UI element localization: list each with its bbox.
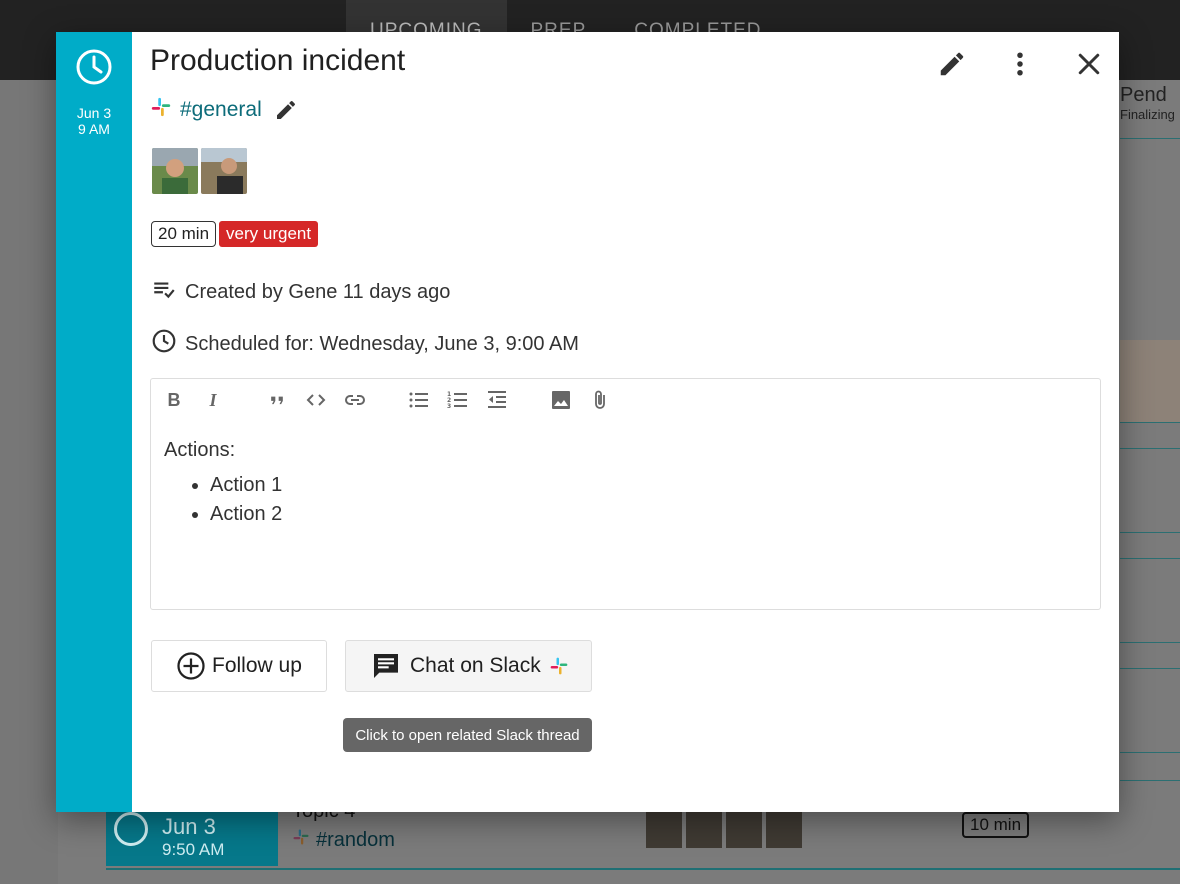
bullet-list-icon: [409, 392, 428, 408]
clock-icon: [151, 328, 177, 360]
svg-text:3: 3: [447, 403, 451, 410]
clock-icon: [114, 812, 148, 846]
pending-subtitle: Finalizing: [1120, 107, 1175, 122]
meeting-detail-dialog: Jun 3 9 AM Production incident #general: [56, 32, 1119, 812]
close-button[interactable]: [1069, 46, 1109, 86]
numbered-list-icon: 123: [447, 391, 467, 410]
outdent-button[interactable]: [484, 387, 510, 413]
pencil-icon: [276, 100, 295, 119]
bold-icon: B: [167, 389, 181, 410]
edit-channel-button[interactable]: [274, 98, 298, 122]
italic-button[interactable]: I: [200, 387, 226, 413]
more-vertical-icon: [1005, 49, 1035, 84]
slack-icon: [150, 96, 172, 123]
page-title: Production incident: [150, 44, 406, 77]
bold-button[interactable]: B: [161, 387, 187, 413]
avatar: [646, 812, 682, 848]
created-info: Created by Gene 11 days ago: [151, 276, 450, 308]
edit-button[interactable]: [932, 46, 972, 86]
editor-content[interactable]: Actions: Action 1 Action 2: [164, 439, 282, 532]
pending-card: [1120, 340, 1180, 422]
dialog-date-sidebar: Jun 3 9 AM: [56, 32, 132, 812]
notes-editor[interactable]: B I 123 Actions: • Action 1 • Action 2: [150, 378, 1101, 610]
list-item: Action 2: [210, 503, 282, 526]
channel-row: #general: [150, 96, 298, 123]
code-button[interactable]: [303, 387, 329, 413]
divider: [1120, 752, 1180, 753]
scheduled-text: Scheduled for: Wednesday, June 3, 9:00 A…: [185, 332, 579, 355]
divider: [1120, 780, 1180, 781]
image-button[interactable]: [548, 387, 574, 413]
slack-tooltip: Click to open related Slack thread: [343, 718, 592, 752]
chat-icon: [370, 650, 402, 682]
more-options-button[interactable]: [1000, 46, 1040, 86]
divider: [1120, 448, 1180, 449]
notes-list: Action 1 Action 2: [164, 474, 282, 526]
bullet-list-button[interactable]: [406, 387, 432, 413]
outdent-icon: [488, 391, 506, 408]
divider: [1120, 558, 1180, 559]
quote-button[interactable]: [264, 387, 290, 413]
follow-up-button[interactable]: Follow up: [151, 640, 327, 692]
divider: [1120, 422, 1180, 423]
clock-icon: [75, 48, 113, 91]
attendee-avatars: [152, 148, 247, 194]
checklist-icon: [151, 276, 177, 308]
quote-icon: [271, 396, 283, 405]
duration-badge: 20 min: [151, 221, 217, 247]
divider: [1120, 138, 1180, 139]
background-meeting-row[interactable]: Jun 3 9:50 AM Topic 4 #random 10 min: [106, 800, 1180, 870]
row-date-block: Jun 3 9:50 AM: [106, 812, 278, 866]
code-icon: [306, 394, 326, 406]
avatar: [726, 812, 762, 848]
pencil-icon: [937, 49, 967, 84]
scheduled-info: Scheduled for: Wednesday, June 3, 9:00 A…: [151, 328, 579, 360]
avatar: [686, 812, 722, 848]
follow-up-label: Follow up: [212, 654, 302, 677]
chat-on-slack-button[interactable]: Chat on Slack: [345, 640, 592, 692]
image-icon: [552, 391, 570, 409]
pending-column-header: Pend Finalizing: [1120, 84, 1180, 138]
notes-heading: Actions:: [164, 439, 236, 461]
link-button[interactable]: [342, 387, 368, 413]
row-avatars: [646, 812, 802, 848]
link-icon: [345, 395, 365, 405]
attach-button[interactable]: [587, 387, 613, 413]
dialog-date: Jun 3: [76, 105, 112, 121]
avatar[interactable]: [152, 148, 198, 194]
divider: [1120, 532, 1180, 533]
avatar: [766, 812, 802, 848]
italic-icon: I: [209, 389, 217, 410]
avatar[interactable]: [201, 148, 247, 194]
slack-icon: [549, 656, 569, 676]
numbered-list-button[interactable]: 123: [445, 387, 471, 413]
row-channel-name: #random: [316, 828, 395, 851]
divider: [1120, 668, 1180, 669]
tags: 20 min very urgent: [151, 221, 319, 247]
created-text: Created by Gene 11 days ago: [185, 280, 451, 303]
slack-icon: [292, 828, 310, 852]
channel-name[interactable]: #general: [180, 98, 262, 122]
row-time: 9:50 AM: [162, 840, 225, 859]
add-circle-icon: [176, 651, 206, 681]
pending-title: Pend: [1120, 84, 1167, 106]
editor-toolbar: B I 123: [161, 387, 626, 413]
chat-on-slack-label: Chat on Slack: [410, 654, 541, 677]
app-left-column: [0, 80, 58, 884]
urgency-badge: very urgent: [219, 221, 319, 247]
close-icon: [1074, 49, 1104, 84]
paperclip-icon: [595, 390, 605, 409]
row-channel: #random: [292, 828, 395, 852]
row-duration-badge: 10 min: [962, 812, 1030, 838]
list-item: Action 1: [210, 474, 282, 497]
divider: [1120, 642, 1180, 643]
dialog-time: 9 AM: [78, 121, 110, 137]
row-date: Jun 3: [162, 814, 216, 839]
